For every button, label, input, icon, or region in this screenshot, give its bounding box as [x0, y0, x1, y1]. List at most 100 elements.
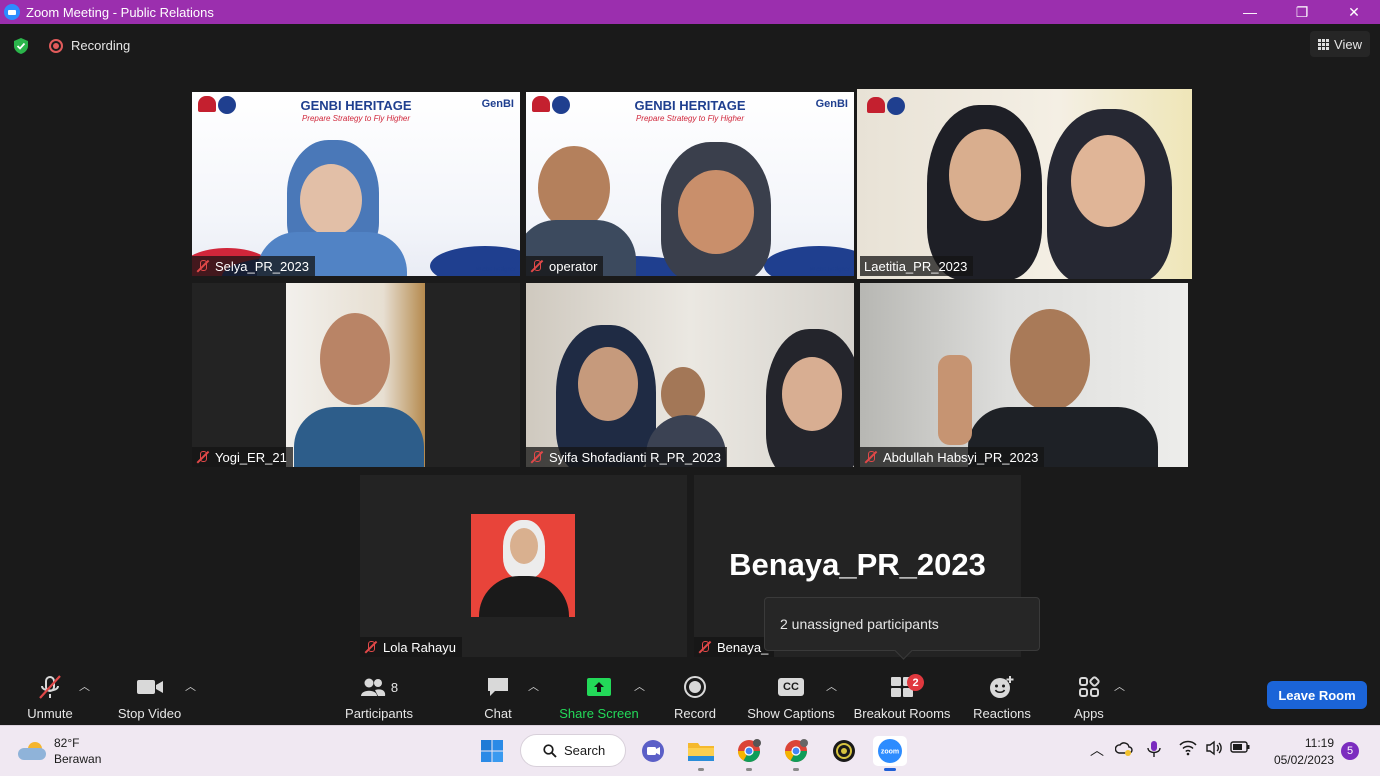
mic-muted-icon — [196, 450, 210, 464]
chrome-icon[interactable] — [734, 736, 764, 771]
video-tile-selya[interactable]: GENBI HERITAGE Prepare Strategy to Fly H… — [192, 92, 520, 276]
name-tag: operator — [526, 256, 604, 276]
share-screen-button[interactable]: Share Screen — [558, 665, 640, 725]
video-options-chevron-up-icon[interactable]: ︿ — [185, 678, 196, 694]
video-tile-operator[interactable]: GENBI HERITAGE Prepare Strategy to Fly H… — [526, 92, 854, 276]
video-tile-abdullah[interactable]: Abdullah Habsyi_PR_2023 — [860, 283, 1188, 467]
restore-button[interactable]: ❐ — [1276, 0, 1328, 24]
participant-display-name: Benaya_PR_2023 — [729, 547, 986, 582]
weather-widget[interactable]: 82°F Berawan — [18, 735, 101, 767]
search-icon — [543, 743, 557, 758]
start-button[interactable] — [477, 736, 507, 766]
reactions-label: Reactions — [973, 706, 1031, 721]
banner-logo-text: GenBI — [815, 98, 848, 110]
search-label: Search — [564, 743, 606, 758]
participants-count: 8 — [390, 679, 399, 695]
participant-name: Lola Rahayu — [383, 639, 456, 655]
minimize-button[interactable]: — — [1224, 0, 1276, 24]
participants-button[interactable]: 8 Participants — [338, 665, 420, 725]
show-hidden-icons-chevron-up-icon[interactable]: ︿ — [1090, 740, 1104, 760]
chat-bubble-icon — [486, 672, 510, 702]
share-options-chevron-up-icon[interactable]: ︿ — [634, 678, 645, 694]
video-tile-lola[interactable]: Lola Rahayu — [360, 475, 687, 657]
name-tag: Selya_PR_2023 — [192, 256, 315, 276]
mic-muted-icon — [37, 672, 63, 702]
unmute-button[interactable]: Unmute — [20, 665, 80, 725]
partly-cloudy-icon — [18, 742, 46, 760]
view-button[interactable]: View — [1310, 31, 1370, 57]
window-title: Zoom Meeting - Public Relations — [26, 4, 214, 20]
apps-button[interactable]: Apps — [1068, 665, 1110, 725]
participant-name: Laetitia_PR_2023 — [864, 258, 968, 274]
share-screen-icon — [586, 672, 612, 702]
apps-options-chevron-up-icon[interactable]: ︿ — [1114, 678, 1125, 694]
video-tile-laetitia[interactable]: Laetitia_PR_2023 — [857, 89, 1192, 279]
taskbar-search[interactable]: Search — [520, 734, 626, 767]
participant-name: Abdullah Habsyi_PR_2023 — [883, 449, 1039, 465]
meeting-toolbar: Unmute ︿ Stop Video ︿ 8 Participants Cha… — [0, 665, 1380, 725]
leave-room-button[interactable]: Leave Room — [1267, 681, 1367, 709]
media-app-icon[interactable] — [829, 736, 859, 766]
unmute-label: Unmute — [27, 706, 73, 721]
banner-logo-text: GenBI — [481, 98, 514, 110]
video-tile-yogi[interactable]: Yogi_ER_21 — [192, 283, 520, 467]
audio-options-chevron-up-icon[interactable]: ︿ — [79, 678, 90, 694]
chat-button[interactable]: Chat — [477, 665, 519, 725]
smiley-add-icon — [989, 672, 1015, 702]
chrome-profile-icon[interactable] — [781, 736, 811, 771]
clock-date: 05/02/2023 — [1273, 753, 1334, 767]
participant-figure — [538, 146, 610, 230]
microphone-icon[interactable] — [1146, 740, 1162, 758]
windows-logo-icon — [481, 740, 503, 762]
show-captions-label: Show Captions — [747, 706, 835, 721]
mic-muted-icon — [364, 640, 378, 654]
show-captions-button[interactable]: CC Show Captions — [744, 665, 838, 725]
mic-muted-icon — [530, 259, 544, 273]
chat-options-chevron-up-icon[interactable]: ︿ — [528, 678, 539, 694]
zoom-app-icon — [4, 4, 20, 20]
chat-label: Chat — [484, 706, 512, 721]
name-tag: Yogi_ER_21 — [192, 447, 293, 467]
participant-name: Yogi_ER_21 — [215, 449, 287, 465]
captions-options-chevron-up-icon[interactable]: ︿ — [826, 678, 837, 694]
wifi-icon[interactable] — [1179, 740, 1197, 756]
share-screen-label: Share Screen — [559, 706, 639, 721]
breakout-rooms-button[interactable]: 2 Breakout Rooms — [850, 665, 954, 725]
mic-muted-icon — [530, 450, 544, 464]
popover-text: 2 unassigned participants — [780, 616, 939, 632]
profile-photo — [471, 514, 575, 617]
svg-text:zoom: zoom — [881, 749, 899, 756]
participant-name: Benaya_ — [717, 639, 769, 655]
participants-label: Participants — [345, 706, 413, 721]
record-icon — [683, 672, 707, 702]
close-button[interactable]: ✕ — [1328, 0, 1380, 24]
record-button[interactable]: Record — [668, 665, 722, 725]
temperature: 82°F — [54, 736, 80, 750]
recording-label: Recording — [71, 38, 131, 53]
name-tag: Abdullah Habsyi_PR_2023 — [860, 447, 1045, 467]
system-clock[interactable]: 11:19 05/02/2023 — [1266, 735, 1334, 769]
genbi-logo-icon — [867, 97, 905, 115]
mic-muted-icon — [864, 450, 878, 464]
name-tag: Benaya_ — [694, 637, 775, 657]
battery-icon[interactable] — [1230, 740, 1250, 754]
cloud-sync-icon[interactable] — [1115, 740, 1133, 758]
zoom-window: Zoom Meeting - Public Relations — ❐ ✕ Re… — [0, 0, 1380, 776]
participants-icon: 8 — [360, 672, 398, 702]
video-camera-icon — [136, 672, 164, 702]
speaker-icon[interactable] — [1205, 740, 1223, 756]
banner-hashtag: #LetsFlyHigher — [475, 267, 516, 273]
mic-muted-icon — [698, 640, 712, 654]
unassigned-participants-popover: 2 unassigned participants — [764, 597, 1040, 651]
reactions-button[interactable]: Reactions — [970, 665, 1034, 725]
video-tile-syifa[interactable]: Syifa Shofadianti R_PR_2023 — [526, 283, 854, 467]
zoom-taskbar-icon[interactable]: zoom — [873, 736, 907, 771]
stop-video-button[interactable]: Stop Video — [112, 665, 187, 725]
notification-badge[interactable]: 5 — [1341, 742, 1359, 760]
security-shield-icon[interactable] — [12, 37, 30, 55]
recording-icon[interactable] — [49, 39, 63, 53]
file-explorer-icon[interactable] — [686, 736, 716, 771]
breakout-rooms-icon: 2 — [890, 672, 924, 702]
mic-muted-icon — [196, 259, 210, 273]
meet-app-icon[interactable] — [638, 736, 668, 766]
